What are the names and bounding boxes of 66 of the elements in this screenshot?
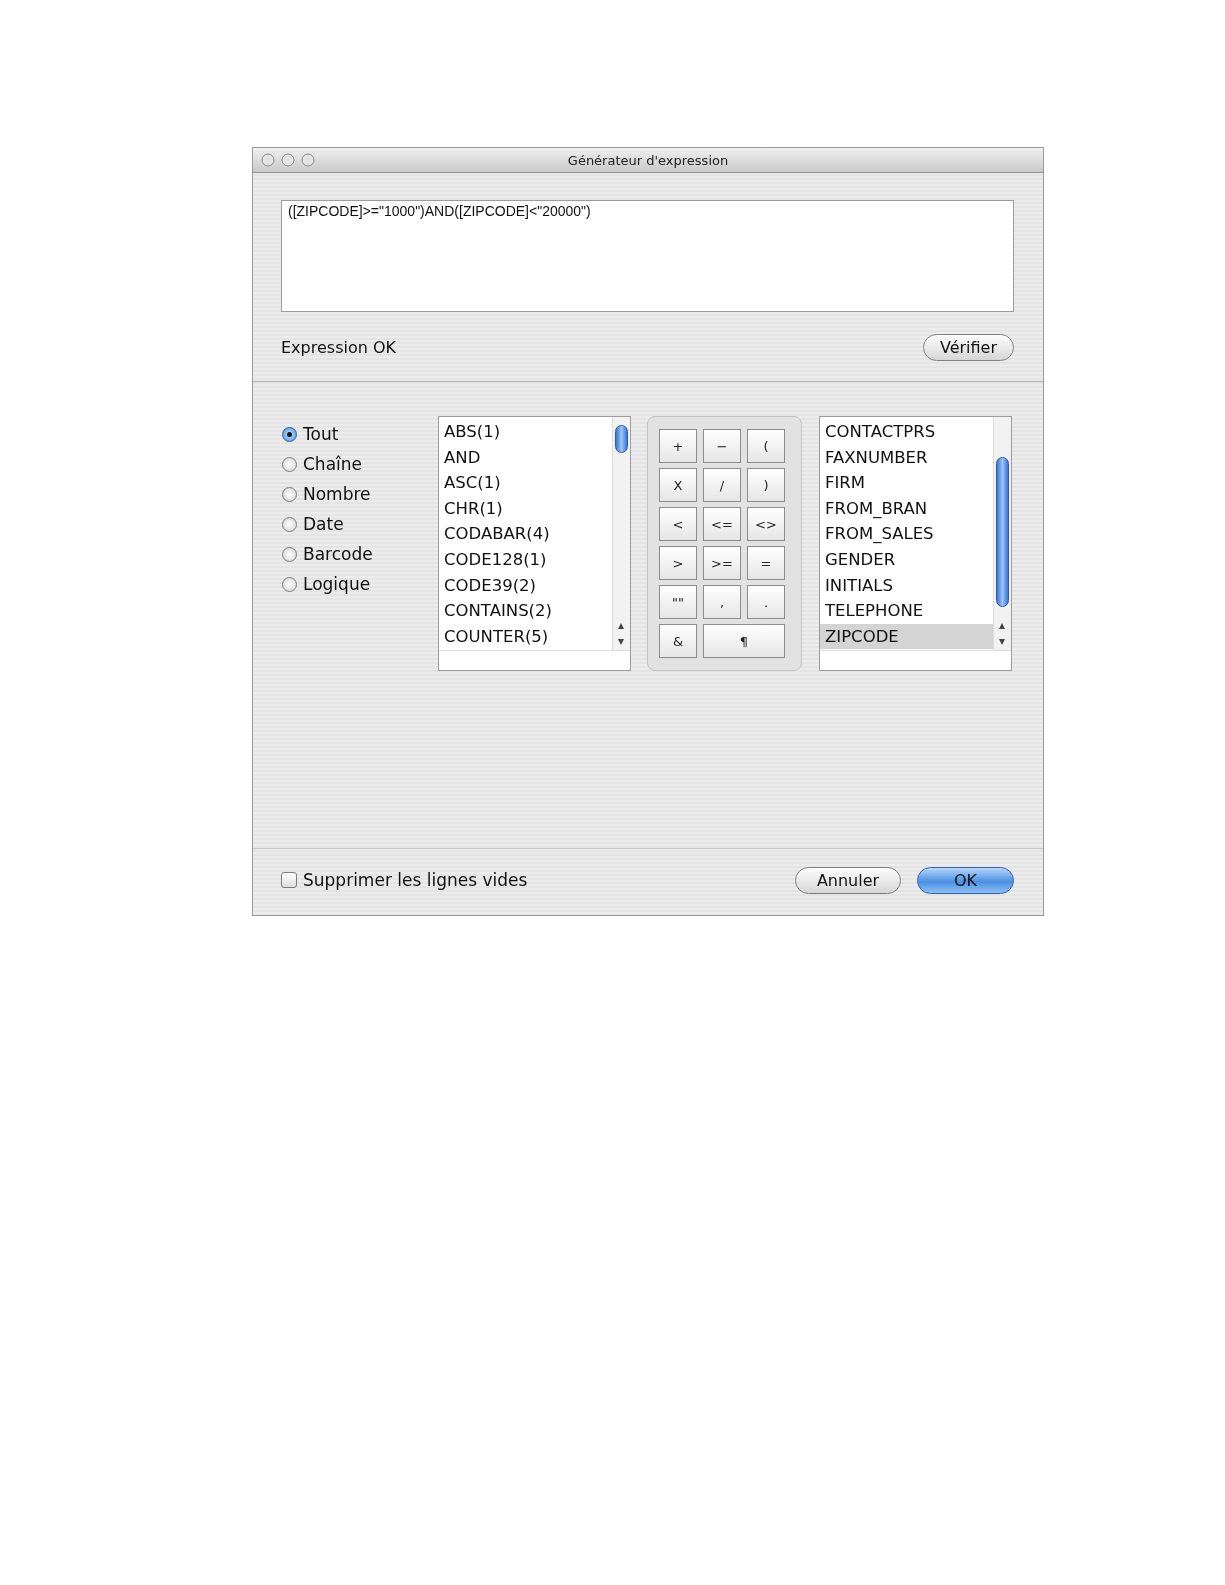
field-item[interactable]: FIRM bbox=[820, 470, 993, 496]
window-control-icon[interactable] bbox=[281, 153, 295, 167]
status-text: Expression OK bbox=[281, 338, 397, 357]
radio-button[interactable] bbox=[282, 486, 297, 502]
function-item[interactable]: CODE128(1) bbox=[439, 546, 612, 573]
scroll-up-icon[interactable] bbox=[999, 623, 1005, 629]
verify-button[interactable]: Vérifier bbox=[922, 334, 1014, 361]
key-button[interactable]: , bbox=[703, 585, 741, 619]
field-item[interactable]: GENDER bbox=[820, 546, 993, 573]
radio-label[interactable]: Barcode bbox=[303, 544, 373, 564]
function-item[interactable]: CONTAINS(2) bbox=[439, 598, 612, 624]
scroll-thumb[interactable] bbox=[996, 457, 1009, 607]
function-item[interactable]: AND bbox=[439, 444, 612, 471]
field-item[interactable]: FROM_SALES bbox=[820, 521, 993, 547]
key-button[interactable]: = bbox=[747, 546, 785, 580]
checkbox-label[interactable]: Supprimer les lignes vides bbox=[303, 870, 528, 890]
scrollbar[interactable] bbox=[993, 417, 1011, 650]
key-button[interactable]: "" bbox=[659, 585, 697, 619]
function-item[interactable]: CODE39(2) bbox=[439, 572, 612, 599]
field-item[interactable]: INITIALS bbox=[820, 572, 993, 599]
key-button[interactable]: > bbox=[659, 546, 697, 580]
window-control-icon[interactable] bbox=[261, 153, 275, 167]
key-button[interactable]: + bbox=[659, 429, 697, 463]
key-button[interactable]: & bbox=[659, 624, 697, 658]
key-button[interactable]: <= bbox=[703, 507, 741, 541]
scroll-down-icon[interactable] bbox=[999, 639, 1005, 645]
radio-button[interactable] bbox=[282, 426, 297, 442]
field-item[interactable]: FROM_BRAN bbox=[820, 495, 993, 522]
key-button[interactable]: X bbox=[659, 468, 697, 502]
expression-field[interactable]: ([ZIPCODE]>="1000")AND([ZIPCODE]<"20000") bbox=[281, 200, 1014, 312]
radio-button[interactable] bbox=[282, 546, 297, 562]
window-control-icon[interactable] bbox=[301, 153, 315, 167]
field-item[interactable]: FAXNUMBER bbox=[820, 444, 993, 471]
scrollbar[interactable] bbox=[612, 417, 630, 650]
key-button[interactable]: <> bbox=[747, 507, 785, 541]
ok-button[interactable]: OK bbox=[917, 866, 1014, 894]
key-button[interactable]: . bbox=[747, 585, 785, 619]
key-button[interactable]: < bbox=[659, 507, 697, 541]
function-item[interactable]: COUNTER(5) bbox=[439, 623, 612, 650]
radio-label[interactable]: Chaîne bbox=[303, 454, 363, 474]
radio-label[interactable]: Date bbox=[303, 514, 344, 534]
radio-label[interactable]: Nombre bbox=[303, 484, 371, 504]
window-title: Générateur d'expression bbox=[567, 152, 729, 168]
function-item[interactable]: CHR(1) bbox=[439, 495, 612, 522]
radio-button[interactable] bbox=[282, 576, 297, 592]
key-button[interactable]: ¶ bbox=[703, 624, 785, 658]
field-item[interactable]: TELEPHONE bbox=[820, 598, 993, 624]
key-button[interactable]: ) bbox=[747, 468, 785, 502]
scroll-down-icon[interactable] bbox=[618, 639, 624, 645]
radio-button[interactable] bbox=[282, 456, 297, 472]
function-item[interactable]: ABS(1) bbox=[439, 419, 612, 445]
cancel-button[interactable]: Annuler bbox=[795, 866, 901, 894]
scroll-thumb[interactable] bbox=[615, 425, 628, 453]
function-item[interactable]: CODABAR(4) bbox=[439, 521, 612, 547]
radio-label[interactable]: Logique bbox=[303, 574, 371, 594]
checkbox[interactable] bbox=[281, 872, 297, 888]
scroll-up-icon[interactable] bbox=[618, 623, 624, 629]
field-item[interactable]: CONTACTPRS bbox=[820, 419, 993, 445]
key-button[interactable]: − bbox=[703, 429, 741, 463]
radio-label[interactable]: Tout bbox=[303, 424, 339, 444]
key-button[interactable]: ( bbox=[747, 429, 785, 463]
key-button[interactable]: >= bbox=[703, 546, 741, 580]
field-item[interactable]: ZIPCODE bbox=[820, 623, 993, 650]
function-item[interactable]: ASC(1) bbox=[439, 470, 612, 496]
radio-button[interactable] bbox=[282, 516, 297, 532]
key-button[interactable]: / bbox=[703, 468, 741, 502]
